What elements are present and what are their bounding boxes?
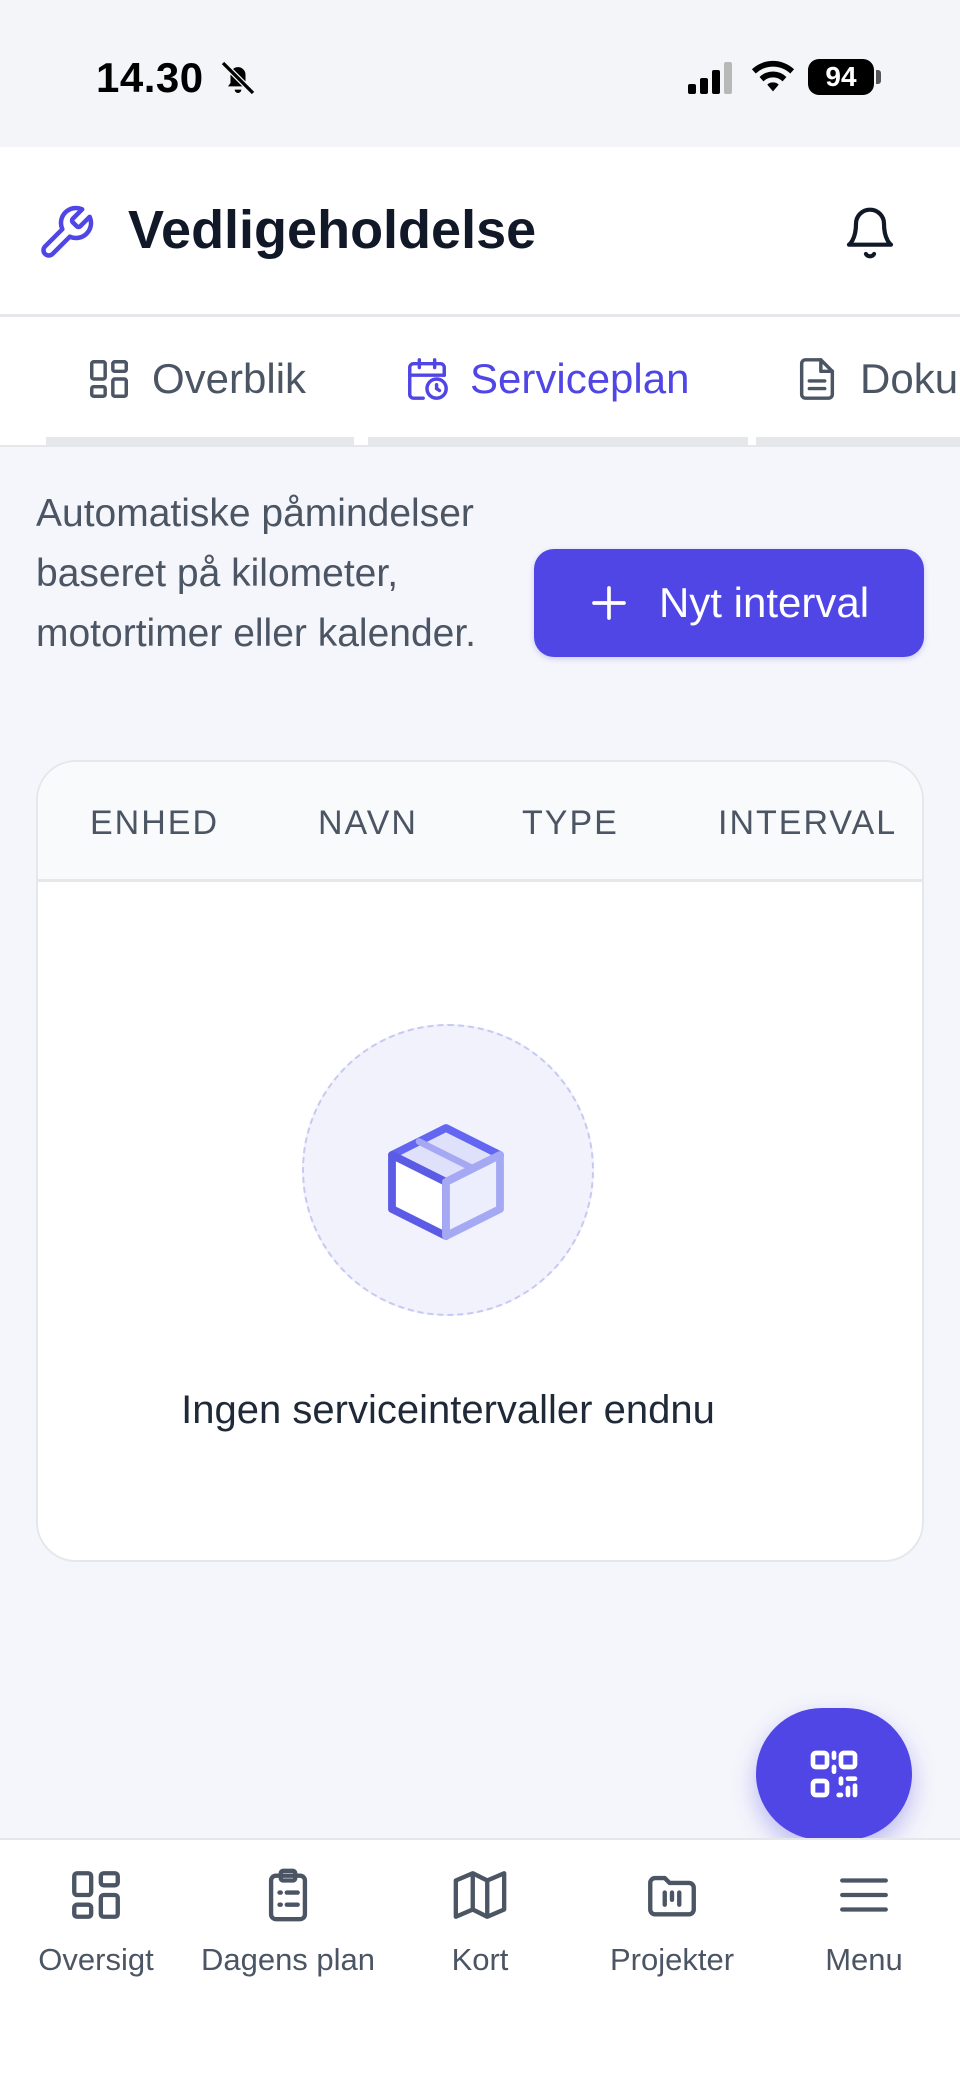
map-icon — [453, 1871, 507, 1919]
new-interval-label: Nyt interval — [658, 579, 870, 626]
tab-bar: Overblik Serviceplan Doku — [0, 317, 960, 447]
tab-serviceplan[interactable]: Serviceplan — [404, 317, 689, 441]
nav-item-kort[interactable]: Kort — [384, 1866, 576, 1978]
nav-item-oversigt[interactable]: Oversigt — [0, 1866, 192, 1978]
calendar-clock-icon — [408, 358, 448, 400]
nav-item-menu[interactable]: Menu — [768, 1866, 960, 1978]
tab-label: Doku — [860, 355, 959, 402]
folder-icon — [648, 1875, 696, 1917]
tab-label: Overblik — [152, 355, 307, 402]
battery-indicator: 94 — [808, 59, 874, 95]
plus-icon — [592, 586, 626, 620]
dashboard-icon — [90, 360, 128, 398]
column-header-type[interactable]: TYPE — [522, 804, 619, 843]
intro-description: Automatiske påmindelser baseret på kilom… — [36, 492, 477, 655]
bell-off-icon — [220, 60, 256, 96]
nav-label: Menu — [825, 1942, 903, 1977]
tab-label: Serviceplan — [470, 355, 690, 402]
column-header-interval[interactable]: INTERVAL — [718, 804, 897, 843]
wrench-icon — [41, 205, 94, 258]
nav-label: Oversigt — [38, 1942, 154, 1977]
bottom-navigation: Oversigt Dagens plan Kort Projekter Menu — [0, 1838, 960, 2079]
menu-icon — [840, 1878, 888, 1912]
nav-item-projekter[interactable]: Projekter — [576, 1866, 768, 1978]
battery-level: 94 — [825, 61, 857, 92]
status-time: 14.30 — [96, 54, 204, 101]
grid-icon — [72, 1871, 120, 1919]
nav-label: Dagens plan — [200, 1942, 376, 1977]
new-interval-button[interactable]: Nyt interval — [534, 549, 924, 657]
empty-state-text: Ingen serviceintervaller endnu — [181, 1388, 715, 1432]
tab-underline — [756, 437, 960, 445]
tab-underline — [368, 437, 748, 445]
battery-tip — [876, 70, 881, 84]
qr-code-icon — [810, 1750, 858, 1798]
tab-dokumenter[interactable]: Doku — [794, 317, 958, 441]
wifi-icon — [751, 60, 795, 92]
table-header: ENHED NAVN TYPE INTERVAL — [38, 762, 922, 882]
column-header-navn[interactable]: NAVN — [318, 804, 418, 843]
tab-overblik[interactable]: Overblik — [86, 317, 306, 441]
notification-bell-icon[interactable] — [842, 203, 898, 263]
nav-label: Projekter — [609, 1942, 735, 1977]
clipboard-icon — [268, 1868, 308, 1922]
empty-box-icon — [388, 1124, 504, 1240]
service-interval-table: ENHED NAVN TYPE INTERVAL Ingen servicein… — [36, 760, 924, 1562]
document-icon — [799, 358, 835, 400]
cellular-signal-icon — [688, 62, 732, 94]
status-bar: 14.30 94 — [0, 0, 960, 147]
app-header: Vedligeholdelse — [0, 147, 960, 317]
page-title: Vedligeholdelse — [128, 200, 537, 260]
nav-item-dagens-plan[interactable]: Dagens plan — [192, 1866, 384, 1978]
nav-label: Kort — [451, 1942, 509, 1977]
column-header-enhed[interactable]: ENHED — [90, 804, 219, 843]
qr-scan-fab[interactable] — [756, 1708, 912, 1840]
tab-underline — [46, 437, 354, 445]
